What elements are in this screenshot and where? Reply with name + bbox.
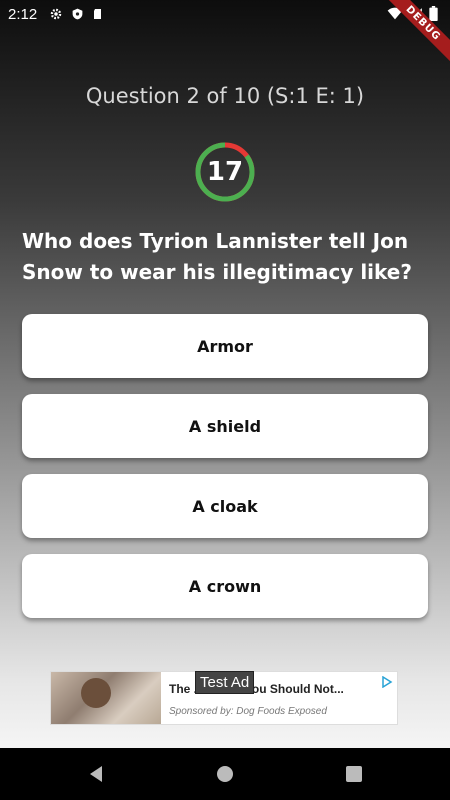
answer-button-1[interactable]: Armor [22, 314, 428, 378]
answer-button-2[interactable]: A shield [22, 394, 428, 458]
ad-image[interactable] [51, 672, 161, 724]
battery-icon [429, 6, 438, 21]
answer-button-3[interactable]: A cloak [22, 474, 428, 538]
answer-button-4[interactable]: A crown [22, 554, 428, 618]
shield-icon [72, 8, 83, 20]
navigation-bar [0, 748, 450, 800]
sd-card-icon [94, 9, 102, 19]
home-icon[interactable] [213, 762, 237, 786]
question-counter: Question 2 of 10 (S:1 E: 1) [85, 84, 365, 108]
ad-choices-icon[interactable] [381, 676, 393, 688]
countdown-timer: 17 [195, 142, 255, 202]
signal-icon [410, 7, 422, 20]
status-bar: 2:12 [0, 0, 450, 28]
timer-value: 17 [206, 157, 244, 187]
question-text: Who does Tyrion Lannister tell Jon Snow … [22, 229, 412, 284]
status-time: 2:12 [8, 5, 38, 23]
ad-sponsor: Sponsored by: Dog Foods Exposed [169, 706, 327, 717]
status-right-icons [387, 6, 438, 21]
status-left-icons [49, 7, 104, 21]
back-icon[interactable] [84, 762, 108, 786]
test-ad-label: Test Ad [195, 671, 255, 694]
recents-icon[interactable] [342, 762, 366, 786]
gear-icon [50, 8, 62, 20]
wifi-icon [387, 7, 403, 19]
ad-figure [81, 678, 111, 708]
